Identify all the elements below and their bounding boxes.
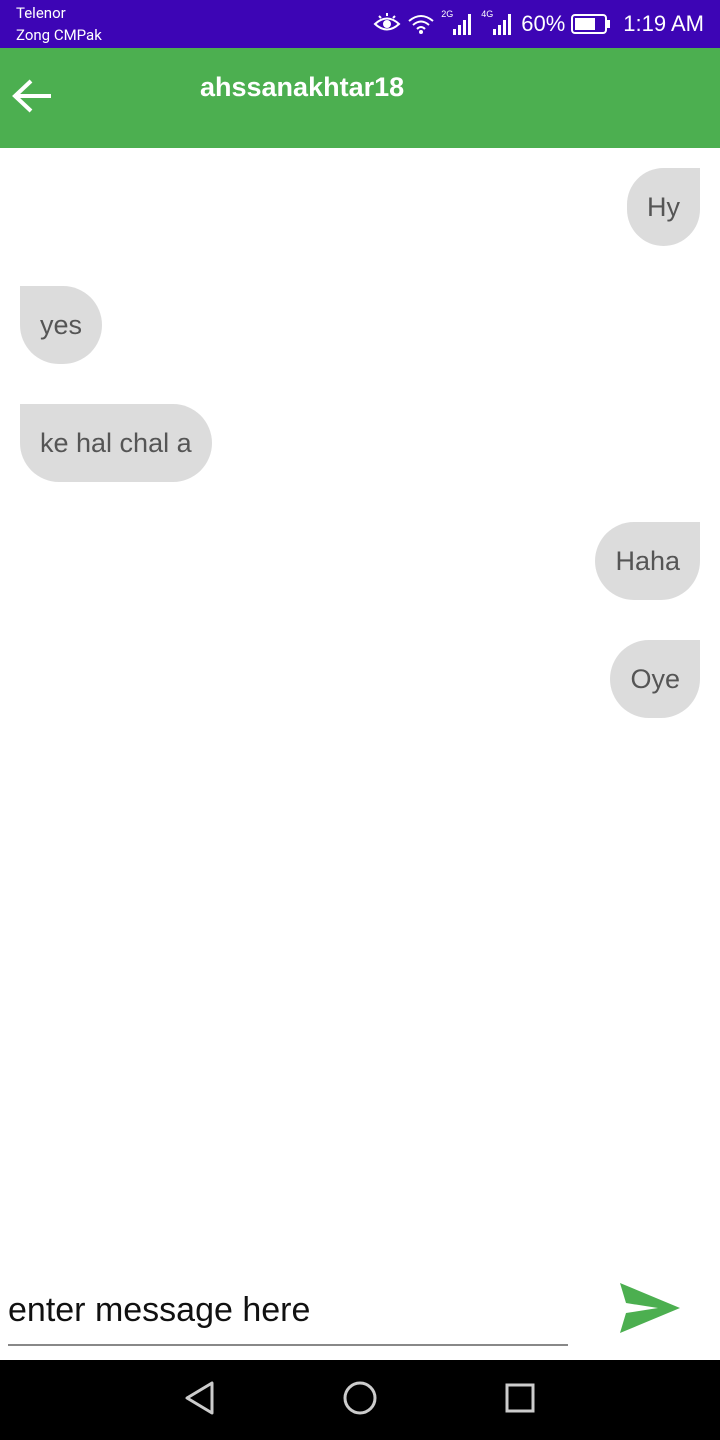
app-bar: ahssanakhtar18 <box>0 48 720 148</box>
carrier-label-2: Zong CMPak <box>16 26 102 44</box>
eye-icon <box>373 13 401 35</box>
nav-recent-button[interactable] <box>496 1376 544 1424</box>
back-button[interactable] <box>8 76 56 120</box>
network-type-label: 4G <box>481 9 494 19</box>
battery-icon <box>571 13 611 35</box>
chat-title: ahssanakhtar18 <box>200 72 405 102</box>
nav-back-icon <box>184 1381 216 1420</box>
nav-back-button[interactable] <box>176 1376 224 1424</box>
system-nav-bar <box>0 1360 720 1440</box>
battery-percent: 60% <box>521 11 566 36</box>
message-bubble-received[interactable]: ke hal chal a <box>20 404 212 482</box>
signal-icon: 4G <box>481 9 515 37</box>
nav-recent-icon <box>504 1382 536 1419</box>
send-icon <box>618 1281 682 1340</box>
message-bubble-sent[interactable]: Haha <box>595 522 700 600</box>
message-bubble-sent[interactable]: Oye <box>610 640 700 718</box>
message-bubble-sent[interactable]: Hy <box>627 168 700 246</box>
arrow-back-icon <box>11 78 53 119</box>
message-bubble-received[interactable]: yes <box>20 286 103 364</box>
message-input[interactable] <box>8 1280 568 1340</box>
status-bar: Telenor Zong CMPak 2G 4G 60% 1:19 AM <box>0 0 720 48</box>
carrier-label-1: Telenor <box>16 4 66 22</box>
network-type-label: 2G <box>441 9 454 19</box>
wifi-icon <box>407 13 435 35</box>
message-list[interactable]: Hy yes ke hal chal a Haha Oye <box>0 148 720 1258</box>
nav-home-icon <box>342 1380 378 1421</box>
signal-icon: 2G <box>441 9 475 37</box>
clock: 1:19 AM <box>623 11 704 36</box>
nav-home-button[interactable] <box>336 1376 384 1424</box>
status-icons: 2G 4G 60% 1:19 AM <box>373 0 704 48</box>
message-input-container <box>8 1280 568 1346</box>
send-button[interactable] <box>612 1276 688 1344</box>
